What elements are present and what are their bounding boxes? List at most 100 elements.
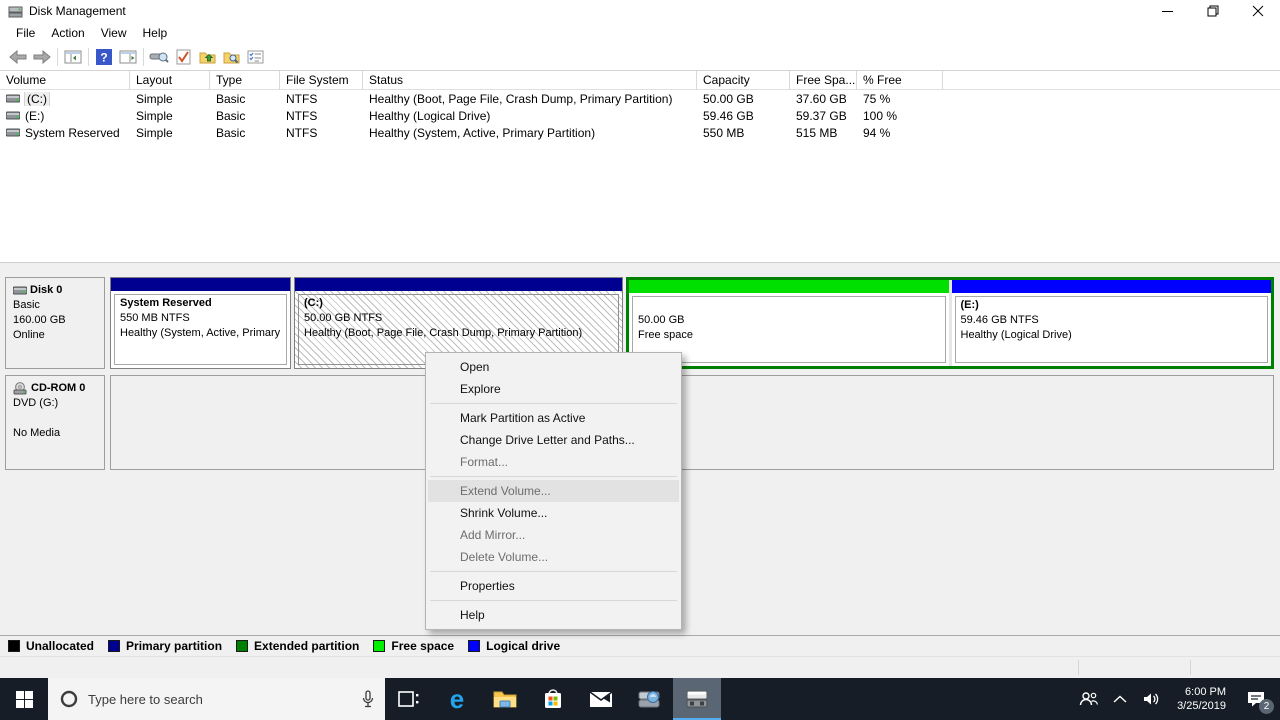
volume-name: (C:) (24, 91, 50, 106)
volume-icon (6, 111, 20, 119)
taskbar: Type here to search e 6:00 PM 3/25/2019 … (0, 678, 1280, 720)
menu-separator (430, 476, 677, 477)
volume-name: System Reserved (25, 125, 120, 140)
cell-pct-free: 75 % (863, 91, 891, 106)
people-icon[interactable] (1073, 678, 1103, 720)
cell-file-system: NTFS (286, 108, 318, 123)
taskbar-disk-tool[interactable] (625, 678, 673, 720)
free-space-size: 50.00 GB (638, 314, 685, 326)
menu-file[interactable]: File (8, 24, 43, 42)
store-icon (545, 689, 561, 708)
cell-status: Healthy (Logical Drive) (369, 108, 491, 123)
menu-item-open[interactable]: Open (428, 356, 679, 378)
taskbar-mail[interactable] (577, 678, 625, 720)
clock-time: 6:00 PM (1185, 686, 1226, 698)
search-box[interactable]: Type here to search (48, 678, 385, 720)
cell-status: Healthy (Boot, Page File, Crash Dump, Pr… (369, 91, 673, 106)
disk-size: 160.00 GB (13, 314, 66, 326)
column-header-type[interactable]: Type (210, 71, 280, 90)
table-row-e[interactable]: (E:) Simple Basic NTFS Healthy (Logical … (0, 107, 1280, 124)
partition-system-reserved[interactable]: System Reserved 550 MB NTFS Healthy (Sys… (110, 277, 291, 369)
cdrom-empty-region[interactable] (110, 375, 1274, 470)
folder-up-icon[interactable] (195, 46, 219, 68)
menu-item-help[interactable]: Help (428, 604, 679, 626)
action-center-button[interactable]: 2 (1236, 678, 1276, 720)
menu-view[interactable]: View (93, 24, 135, 42)
menubar: File Action View Help (0, 22, 1280, 44)
volume-icon (6, 128, 20, 136)
minimize-button[interactable] (1145, 0, 1190, 22)
restore-button[interactable] (1190, 0, 1235, 22)
cell-free-space: 515 MB (796, 125, 838, 140)
cdrom-panel[interactable]: CD-ROM 0 DVD (G:) No Media (5, 375, 105, 470)
tray-chevron-up-icon[interactable] (1105, 678, 1135, 720)
table-row-system-reserved[interactable]: System Reserved Simple Basic NTFS Health… (0, 124, 1280, 141)
close-button[interactable] (1235, 0, 1280, 22)
table-row-c[interactable]: (C:) Simple Basic NTFS Healthy (Boot, Pa… (0, 90, 1280, 107)
cell-capacity: 550 MB (703, 125, 745, 140)
show-console-tree-icon[interactable] (61, 46, 85, 68)
taskbar-store[interactable] (529, 678, 577, 720)
cell-free-space: 37.60 GB (796, 91, 847, 106)
folder-search-icon[interactable] (219, 46, 243, 68)
partition-status: Healthy (Logical Drive) (960, 329, 1072, 341)
disk0-panel[interactable]: Disk 0 Basic 160.00 GB Online (5, 277, 105, 369)
toolbar-separator (57, 48, 58, 66)
toolbar-separator (143, 48, 144, 66)
task-view-icon (398, 691, 419, 707)
column-header-status[interactable]: Status (363, 71, 697, 90)
column-header-file-system[interactable]: File System (280, 71, 363, 90)
column-header-layout[interactable]: Layout (130, 71, 210, 90)
menu-item-properties[interactable]: Properties (428, 575, 679, 597)
taskbar-file-explorer[interactable] (481, 678, 529, 720)
menu-separator (430, 600, 677, 601)
back-icon[interactable] (6, 46, 30, 68)
help-icon[interactable]: ? (92, 46, 116, 68)
toolbar-separator (88, 48, 89, 66)
pane-splitter[interactable] (0, 262, 1280, 270)
partition-status: Healthy (Boot, Page File, Crash Dump, Pr… (304, 327, 583, 339)
primary-partition-band (111, 278, 290, 291)
legend-bar: Unallocated Primary partition Extended p… (0, 635, 1280, 656)
check-volume-icon[interactable] (171, 46, 195, 68)
cell-layout: Simple (136, 91, 173, 106)
logical-drive-band (951, 280, 1271, 293)
taskbar-clock[interactable]: 6:00 PM 3/25/2019 (1169, 685, 1234, 713)
volume-name: (E:) (25, 108, 45, 123)
taskbar-disk-management-active[interactable] (673, 678, 721, 720)
volume-speaker-icon[interactable] (1137, 678, 1167, 720)
disk-icon (13, 286, 27, 295)
cell-layout: Simple (136, 125, 173, 140)
microphone-icon[interactable] (361, 690, 375, 708)
start-button[interactable] (0, 678, 48, 720)
menu-item-change-drive-letter[interactable]: Change Drive Letter and Paths... (428, 429, 679, 451)
search-placeholder: Type here to search (88, 691, 203, 707)
forward-icon[interactable] (30, 46, 54, 68)
task-view-button[interactable] (385, 678, 433, 720)
cell-capacity: 50.00 GB (703, 91, 754, 106)
properties-list-icon[interactable] (243, 46, 267, 68)
show-action-pane-icon[interactable] (116, 46, 140, 68)
column-header-pct-free[interactable]: % Free (857, 71, 943, 90)
taskbar-edge[interactable]: e (433, 678, 481, 720)
menu-help[interactable]: Help (135, 24, 176, 42)
menu-item-explore[interactable]: Explore (428, 378, 679, 400)
column-header-volume[interactable]: Volume (0, 71, 130, 90)
svg-text:?: ? (100, 51, 107, 65)
cell-type: Basic (216, 91, 246, 106)
menu-separator (430, 571, 677, 572)
legend-item-primary-partition: Primary partition (108, 639, 222, 653)
legend-item-logical-drive: Logical drive (468, 639, 560, 653)
clock-date: 3/25/2019 (1177, 700, 1226, 712)
partition-size: 550 MB NTFS (120, 312, 190, 324)
menu-item-shrink-volume[interactable]: Shrink Volume... (428, 502, 679, 524)
disk-state: No Media (13, 427, 61, 439)
column-header-free-space[interactable]: Free Spa... (790, 71, 857, 90)
partition-e[interactable]: (E:) 59.46 GB NTFS Healthy (Logical Driv… (951, 280, 1271, 366)
legend-swatch (108, 640, 121, 652)
menu-action[interactable]: Action (43, 24, 92, 42)
toolbar: ? (0, 44, 1280, 71)
column-header-capacity[interactable]: Capacity (697, 71, 790, 90)
rescan-disks-icon[interactable] (147, 46, 171, 68)
menu-item-mark-partition-active[interactable]: Mark Partition as Active (428, 407, 679, 429)
